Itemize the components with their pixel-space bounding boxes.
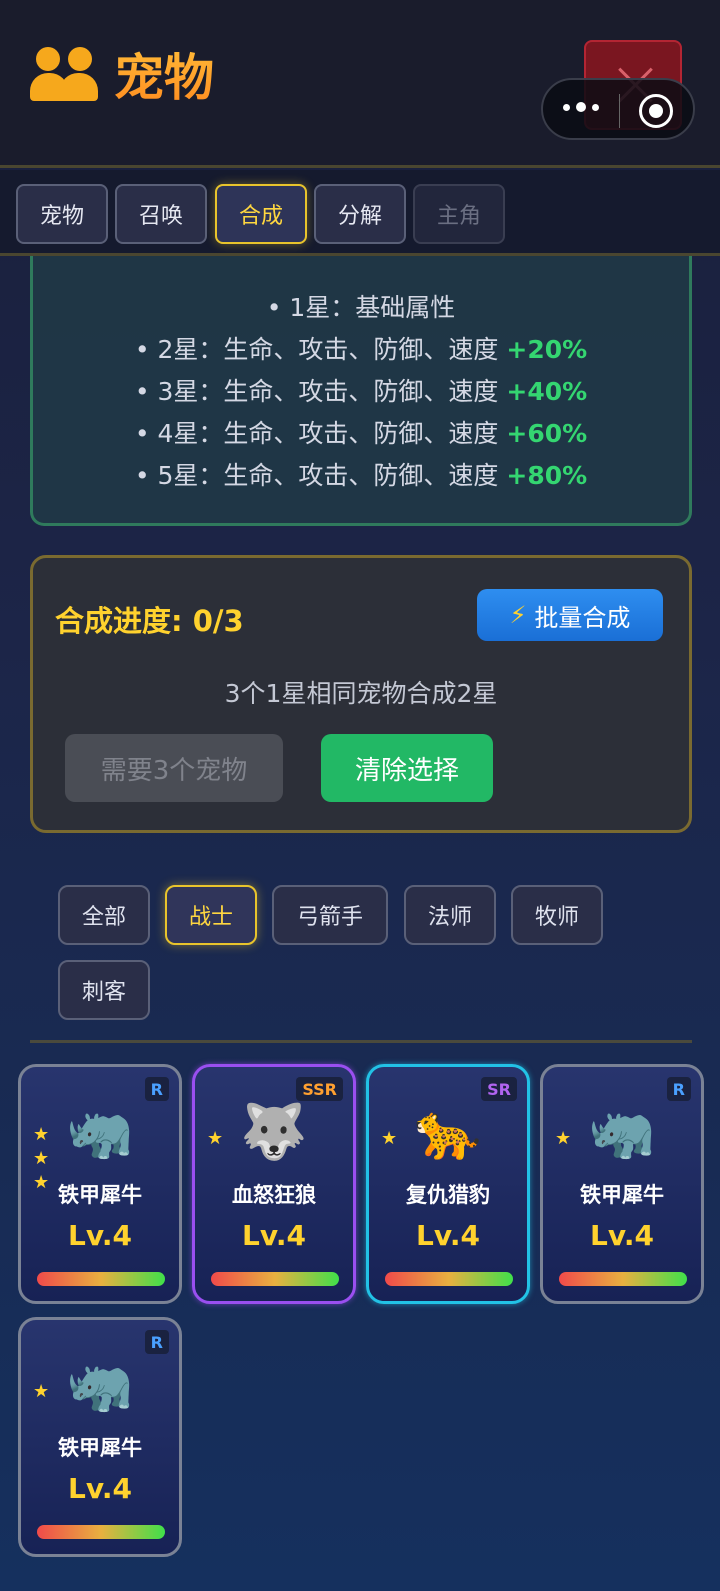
more-icon[interactable] (563, 102, 599, 112)
rhino-icon: 🦏 (66, 1100, 134, 1163)
header-bar: 宠物 (0, 0, 720, 168)
info-line-3: • 3星：生命、攻击、防御、速度 +40% (134, 377, 588, 406)
pet-card[interactable]: SR ★ 🐆 复仇猎豹 Lv.4 (366, 1064, 530, 1304)
hp-bar (211, 1272, 339, 1286)
tab-pets[interactable]: 宠物 (16, 184, 108, 244)
hp-bar (559, 1272, 687, 1286)
rhino-icon: 🦏 (588, 1100, 656, 1163)
hp-bar (37, 1525, 165, 1539)
pet-level: Lv.4 (68, 1472, 132, 1505)
tab-summon[interactable]: 召唤 (115, 184, 207, 244)
pet-card[interactable]: R ★ 🦏 铁甲犀牛 Lv.4 (18, 1317, 182, 1557)
pet-card[interactable]: R ★ 🦏 铁甲犀牛 Lv.4 (540, 1064, 704, 1304)
pet-name: 铁甲犀牛 (580, 1183, 664, 1207)
pet-name: 铁甲犀牛 (58, 1436, 142, 1460)
tab-synthesis[interactable]: 合成 (215, 184, 307, 244)
pet-card[interactable]: SSR ★ 🐺 血怒狂狼 Lv.4 (192, 1064, 356, 1304)
pet-name: 复仇猎豹 (406, 1183, 490, 1207)
tab-decompose[interactable]: 分解 (314, 184, 406, 244)
page-title: 宠物 (114, 38, 214, 110)
info-line-4: • 4星：生命、攻击、防御、速度 +60% (134, 419, 588, 448)
pet-level: Lv.4 (416, 1219, 480, 1252)
info-line-5: • 5星：生命、攻击、防御、速度 +80% (134, 461, 588, 490)
pet-card[interactable]: R ★ ★ ★ 🦏 铁甲犀牛 Lv.4 (18, 1064, 182, 1304)
mini-program-capsule (541, 78, 695, 140)
clear-selection-button[interactable]: 清除选择 (321, 734, 493, 802)
pet-level: Lv.4 (242, 1219, 306, 1252)
filter-archer[interactable]: 弓箭手 (272, 885, 388, 945)
leopard-icon: 🐆 (414, 1100, 482, 1163)
synthesis-progress: 合成进度: 0/3 (55, 604, 244, 638)
filter-assassin[interactable]: 刺客 (58, 960, 150, 1020)
batch-synthesis-button[interactable]: ⚡ 批量合成 (477, 589, 663, 641)
tab-bar: 宠物 召唤 合成 分解 主角 (0, 170, 720, 256)
pet-level: Lv.4 (68, 1219, 132, 1252)
pet-name: 铁甲犀牛 (58, 1183, 142, 1207)
filter-mage[interactable]: 法师 (404, 885, 496, 945)
filter-priest[interactable]: 牧师 (511, 885, 603, 945)
star-bonus-panel: • 1星：基础属性 • 2星：生命、攻击、防御、速度 +20% • 3星：生命、… (30, 256, 692, 526)
people-icon (30, 41, 100, 107)
exit-target-icon[interactable] (639, 94, 673, 128)
hp-bar (385, 1272, 513, 1286)
info-line-2: • 2星：生命、攻击、防御、速度 +20% (134, 335, 588, 364)
filter-all[interactable]: 全部 (58, 885, 150, 945)
section-divider (30, 1040, 692, 1043)
wolf-icon: 🐺 (240, 1100, 308, 1163)
synthesis-panel: 合成进度: 0/3 ⚡ 批量合成 3个1星相同宠物合成2星 需要3个宠物 清除选… (30, 555, 692, 833)
rhino-icon: 🦏 (66, 1353, 134, 1416)
page-title-group: 宠物 (30, 38, 214, 110)
lightning-icon: ⚡ (509, 601, 527, 629)
batch-synthesis-label: 批量合成 (534, 603, 631, 632)
synthesis-hint: 3个1星相同宠物合成2星 (224, 679, 498, 708)
pet-name: 血怒狂狼 (232, 1183, 316, 1207)
tab-hero[interactable]: 主角 (413, 184, 505, 244)
hp-bar (37, 1272, 165, 1286)
info-line-1: • 1星：基础属性 (266, 293, 456, 322)
synthesize-button-disabled[interactable]: 需要3个宠物 (65, 734, 283, 802)
capsule-divider (619, 94, 620, 128)
pet-level: Lv.4 (590, 1219, 654, 1252)
filter-warrior[interactable]: 战士 (165, 885, 257, 945)
